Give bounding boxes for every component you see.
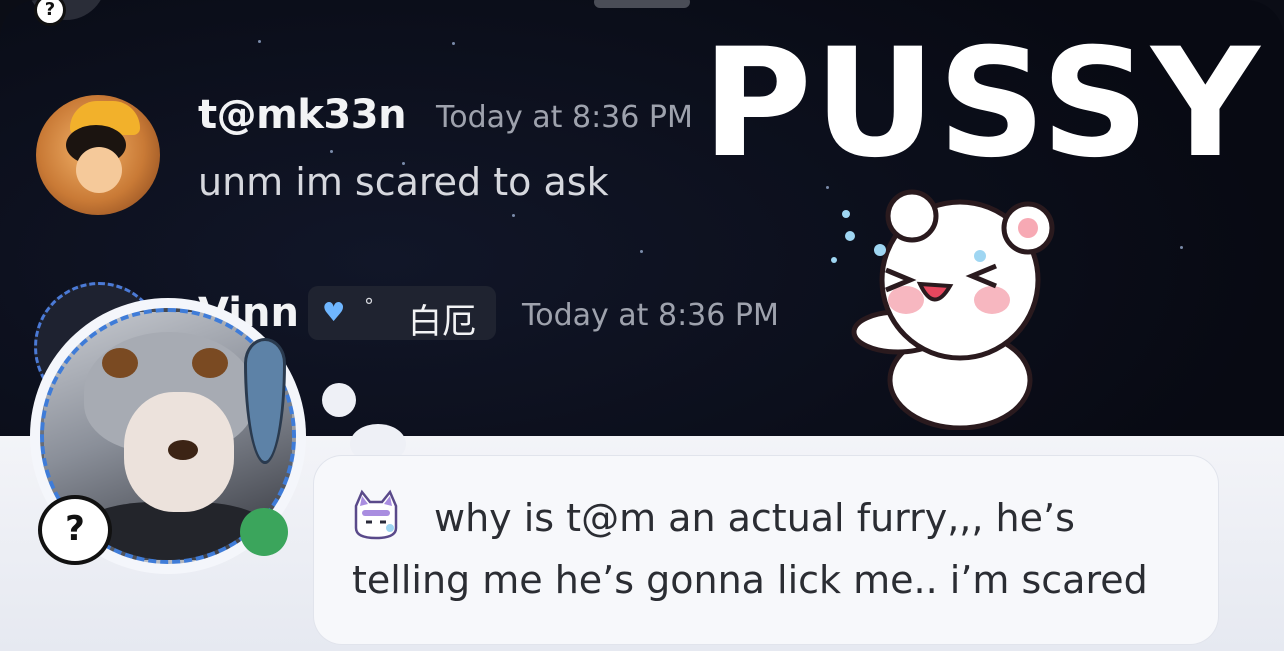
dog-nose-icon <box>168 440 198 460</box>
custom-status-bubble[interactable]: why is t@m an actual furry,,, he’s telli… <box>314 456 1218 644</box>
star-decoration <box>640 250 643 253</box>
avatar-face <box>76 147 122 193</box>
thought-bubble-dot <box>322 383 356 417</box>
blue-heart-icon: ♥ <box>322 298 346 328</box>
tag-text: 白厄 <box>408 302 476 342</box>
question-mark-icon[interactable]: ? <box>38 495 112 565</box>
sticker-text: PUSSY <box>702 17 1262 191</box>
drag-handle[interactable] <box>594 0 690 8</box>
status-text-line1: why is t@m an actual furry,,, he’s <box>434 496 1075 540</box>
server-tag[interactable]: ♥ ° 白厄 <box>308 286 496 342</box>
dog-ear-icon <box>102 348 138 378</box>
star-decoration <box>512 214 515 217</box>
tag-symbol: ° <box>364 294 374 318</box>
star-decoration <box>452 42 455 45</box>
online-status-icon <box>240 508 288 556</box>
message-text: unm im scared to ask <box>198 160 609 204</box>
star-decoration <box>330 150 333 153</box>
status-text-line2: telling me he’s gonna lick me.. i’m scar… <box>352 558 1148 602</box>
question-mark-icon: ? <box>34 0 66 26</box>
star-decoration <box>1180 246 1183 249</box>
cat-emoji <box>354 489 398 540</box>
dog-ear-icon <box>192 348 228 378</box>
avatar[interactable] <box>36 95 160 215</box>
message-username[interactable]: t@mk33n <box>198 92 407 138</box>
message-timestamp: Today at 8:36 PM <box>522 298 779 333</box>
message-timestamp: Today at 8:36 PM <box>436 100 693 135</box>
star-decoration <box>258 40 261 43</box>
crying-bear-sticker <box>831 189 1055 430</box>
